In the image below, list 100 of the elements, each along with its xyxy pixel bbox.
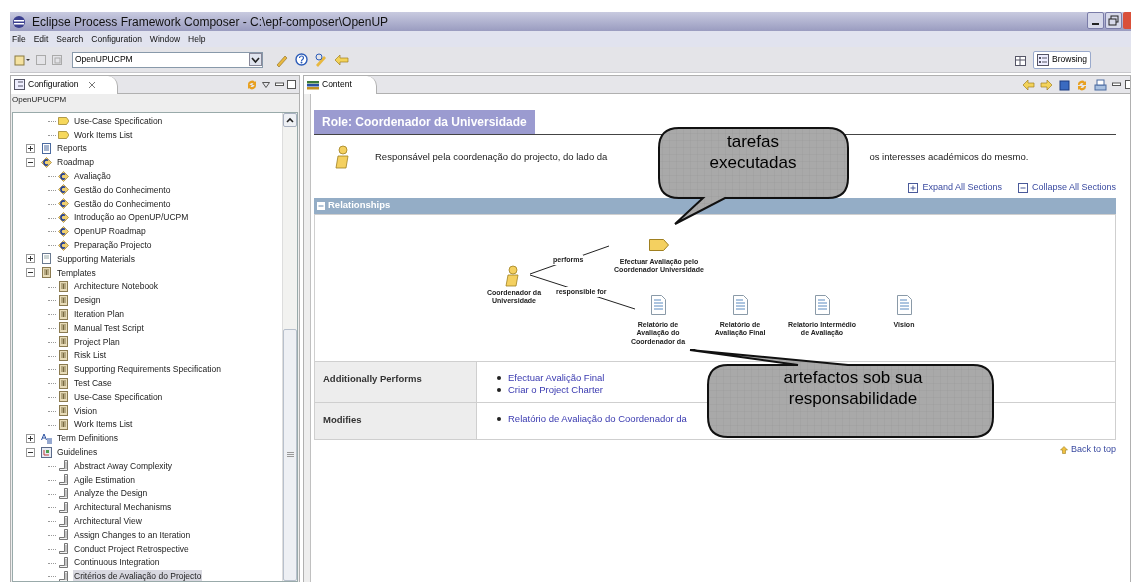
scrollbar[interactable] [282, 113, 297, 581]
tree-item[interactable]: OpenUP Roadmap [73, 225, 147, 238]
tree-item[interactable]: Manual Test Script [73, 321, 145, 334]
restore-button[interactable] [1105, 12, 1122, 29]
document-icon [815, 294, 830, 315]
menu-item[interactable]: Window [149, 32, 181, 46]
tree-item[interactable]: Iteration Plan [73, 308, 126, 321]
tree-item[interactable]: Supporting Materials [56, 252, 136, 265]
template-icon [58, 377, 69, 389]
stop-icon[interactable] [1058, 78, 1071, 91]
tree-item[interactable]: Use-Case Specification [73, 390, 164, 403]
menu-item[interactable]: Search [56, 32, 84, 46]
open-perspective-icon[interactable] [1015, 53, 1028, 66]
list-icon [1037, 53, 1050, 66]
up-arrow-icon [1059, 445, 1068, 454]
tree-item[interactable]: Abstract Away Complexity [73, 459, 174, 472]
tree-item[interactable]: Project Plan [73, 335, 121, 348]
template-icon [58, 294, 69, 306]
row-header: Modifies [315, 402, 477, 439]
tree-item[interactable]: Roadmap [56, 156, 95, 169]
menu-item[interactable]: Configuration [91, 32, 142, 46]
menu-item[interactable]: Edit [33, 32, 49, 46]
view-tab[interactable]: Configuration [11, 75, 118, 94]
tree-item[interactable]: Assign Changes to an Iteration [73, 528, 192, 541]
tree-item[interactable]: Continuous Integration [73, 556, 161, 569]
back-to-top-link[interactable]: Back to top [1059, 442, 1116, 457]
tree-item[interactable]: Term Definitions [56, 432, 119, 445]
tree-item[interactable]: Conduct Project Retrospective [73, 542, 190, 555]
link[interactable]: Criar o Project Charter [508, 383, 604, 396]
grip-icon [286, 452, 294, 458]
tree-item[interactable]: Analyze the Design [73, 487, 149, 500]
tree-item[interactable]: Guidelines [56, 446, 99, 458]
collapse-icon[interactable] [26, 157, 35, 167]
diamond-icon [58, 198, 69, 210]
bullet-icon [497, 416, 501, 421]
new-icon[interactable] [14, 53, 30, 66]
tree-item[interactable]: Work Items List [73, 128, 134, 141]
tree-item[interactable]: Design [73, 294, 102, 307]
link[interactable]: Relatório de Avaliação do Coordenador da [508, 412, 687, 425]
callout-text: tarefas [727, 131, 779, 152]
tree-item[interactable]: Critérios de Avaliação do Projecto [73, 570, 203, 581]
tree-item[interactable]: Vision [73, 404, 98, 417]
guideline-icon [58, 556, 69, 568]
tree-item[interactable]: Architectural View [73, 515, 143, 527]
expand-icon[interactable] [26, 433, 35, 443]
template-icon [58, 349, 69, 361]
menu-item[interactable]: File [12, 32, 26, 46]
tree-item[interactable]: Supporting Requirements Specification [73, 363, 222, 376]
print-icon[interactable] [1094, 78, 1107, 91]
minimize-button[interactable] [1087, 12, 1104, 29]
tree-item[interactable]: Preparação Projecto [73, 239, 153, 252]
scroll-thumb[interactable] [283, 329, 297, 581]
tree-item[interactable]: Introdução ao OpenUP/UCPM [73, 211, 190, 224]
pen-help-icon[interactable] [314, 52, 328, 67]
guideline-icon [58, 529, 69, 541]
tree-item[interactable]: Test Case [73, 377, 113, 390]
collapse-icon[interactable] [26, 447, 35, 457]
diamond-icon [58, 239, 69, 251]
tree-item[interactable]: Reports [56, 142, 88, 155]
scroll-up-button[interactable] [283, 113, 297, 127]
expand-all-link[interactable]: Expand All Sections [908, 181, 1002, 195]
person-icon [334, 145, 350, 169]
tree-item[interactable]: Templates [56, 266, 97, 279]
view-tab[interactable]: Content [304, 75, 377, 94]
template-icon [58, 322, 69, 334]
tree-item[interactable]: Avaliação [73, 170, 112, 183]
diamond-icon [58, 170, 69, 182]
collapse-icon[interactable] [26, 268, 35, 278]
tree-item[interactable]: Gestão do Conhecimento [73, 183, 172, 196]
tree-item[interactable]: Risk List [73, 349, 108, 362]
view-menu-icon[interactable] [262, 81, 270, 88]
up-caret-icon [286, 117, 294, 123]
expand-icon[interactable] [26, 144, 35, 153]
maximize-icon[interactable] [287, 80, 296, 89]
tree-item[interactable]: Architectural Mechanisms [73, 501, 173, 514]
close-icon[interactable] [87, 80, 96, 89]
configuration-name: OpenUPUCPM [11, 94, 68, 106]
template-icon [58, 336, 69, 348]
tree-item[interactable]: Work Items List [73, 418, 134, 431]
document-icon [897, 294, 912, 315]
guideline-icon [58, 515, 69, 527]
maximize-icon[interactable] [1125, 80, 1130, 89]
tree-item[interactable]: Agile Estimation [73, 473, 136, 486]
link[interactable]: Efectuar Avalição Final [508, 371, 605, 384]
template-icon [58, 280, 69, 292]
person-icon [505, 264, 519, 287]
tree-item[interactable]: Use-Case Specification [73, 114, 164, 127]
tree-item[interactable]: Gestão do Conhecimento [73, 197, 172, 210]
expand-icon[interactable] [26, 254, 35, 264]
collapse-all-link[interactable]: Collapse All Sections [1017, 181, 1116, 195]
restore-icon [1108, 15, 1119, 26]
plus-box-icon [908, 182, 919, 193]
minimize-icon[interactable] [275, 80, 284, 89]
menu-item[interactable]: Help [188, 32, 206, 46]
configuration-dropdown[interactable]: OpenUPUCPM [72, 51, 263, 68]
document-icon [733, 294, 748, 315]
perspective-button[interactable]: Browsing [1033, 50, 1091, 69]
app-icon [12, 14, 26, 29]
tree-item[interactable]: Architecture Notebook [73, 280, 160, 293]
help-icon[interactable] [295, 53, 308, 66]
